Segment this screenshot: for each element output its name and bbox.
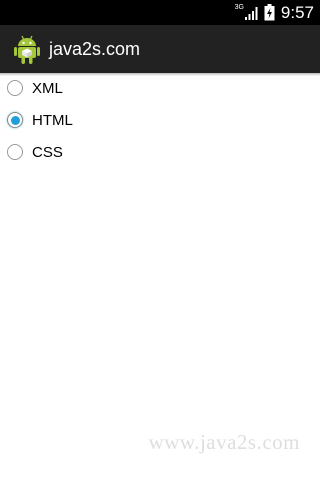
screen: 3G 9:57 java2s.com XML HTML CSS www.java…	[0, 0, 320, 480]
radio-dot	[10, 115, 20, 125]
radio-option-html[interactable]: HTML	[0, 106, 320, 138]
watermark: www.java2s.com	[148, 430, 300, 454]
radio-button-xml[interactable]	[7, 80, 23, 96]
battery-icon	[264, 4, 275, 21]
radio-button-html[interactable]	[7, 112, 23, 128]
signal-icon	[244, 6, 258, 20]
radio-option-css[interactable]: CSS	[0, 138, 320, 170]
radio-group: XML HTML CSS	[0, 74, 320, 170]
radio-button-css[interactable]	[7, 144, 23, 160]
status-icons: 3G 9:57	[235, 0, 314, 25]
app-title: java2s.com	[49, 38, 141, 59]
radio-label-xml: XML	[32, 80, 63, 97]
radio-label-css: CSS	[32, 144, 63, 161]
action-bar: java2s.com	[0, 25, 320, 73]
network-type-label: 3G	[234, 4, 244, 11]
radio-label-html: HTML	[32, 112, 73, 129]
radio-option-xml[interactable]: XML	[0, 74, 320, 106]
android-robot-icon[interactable]	[14, 33, 40, 65]
clock: 9:57	[280, 3, 314, 22]
status-bar: 3G 9:57	[0, 0, 320, 25]
